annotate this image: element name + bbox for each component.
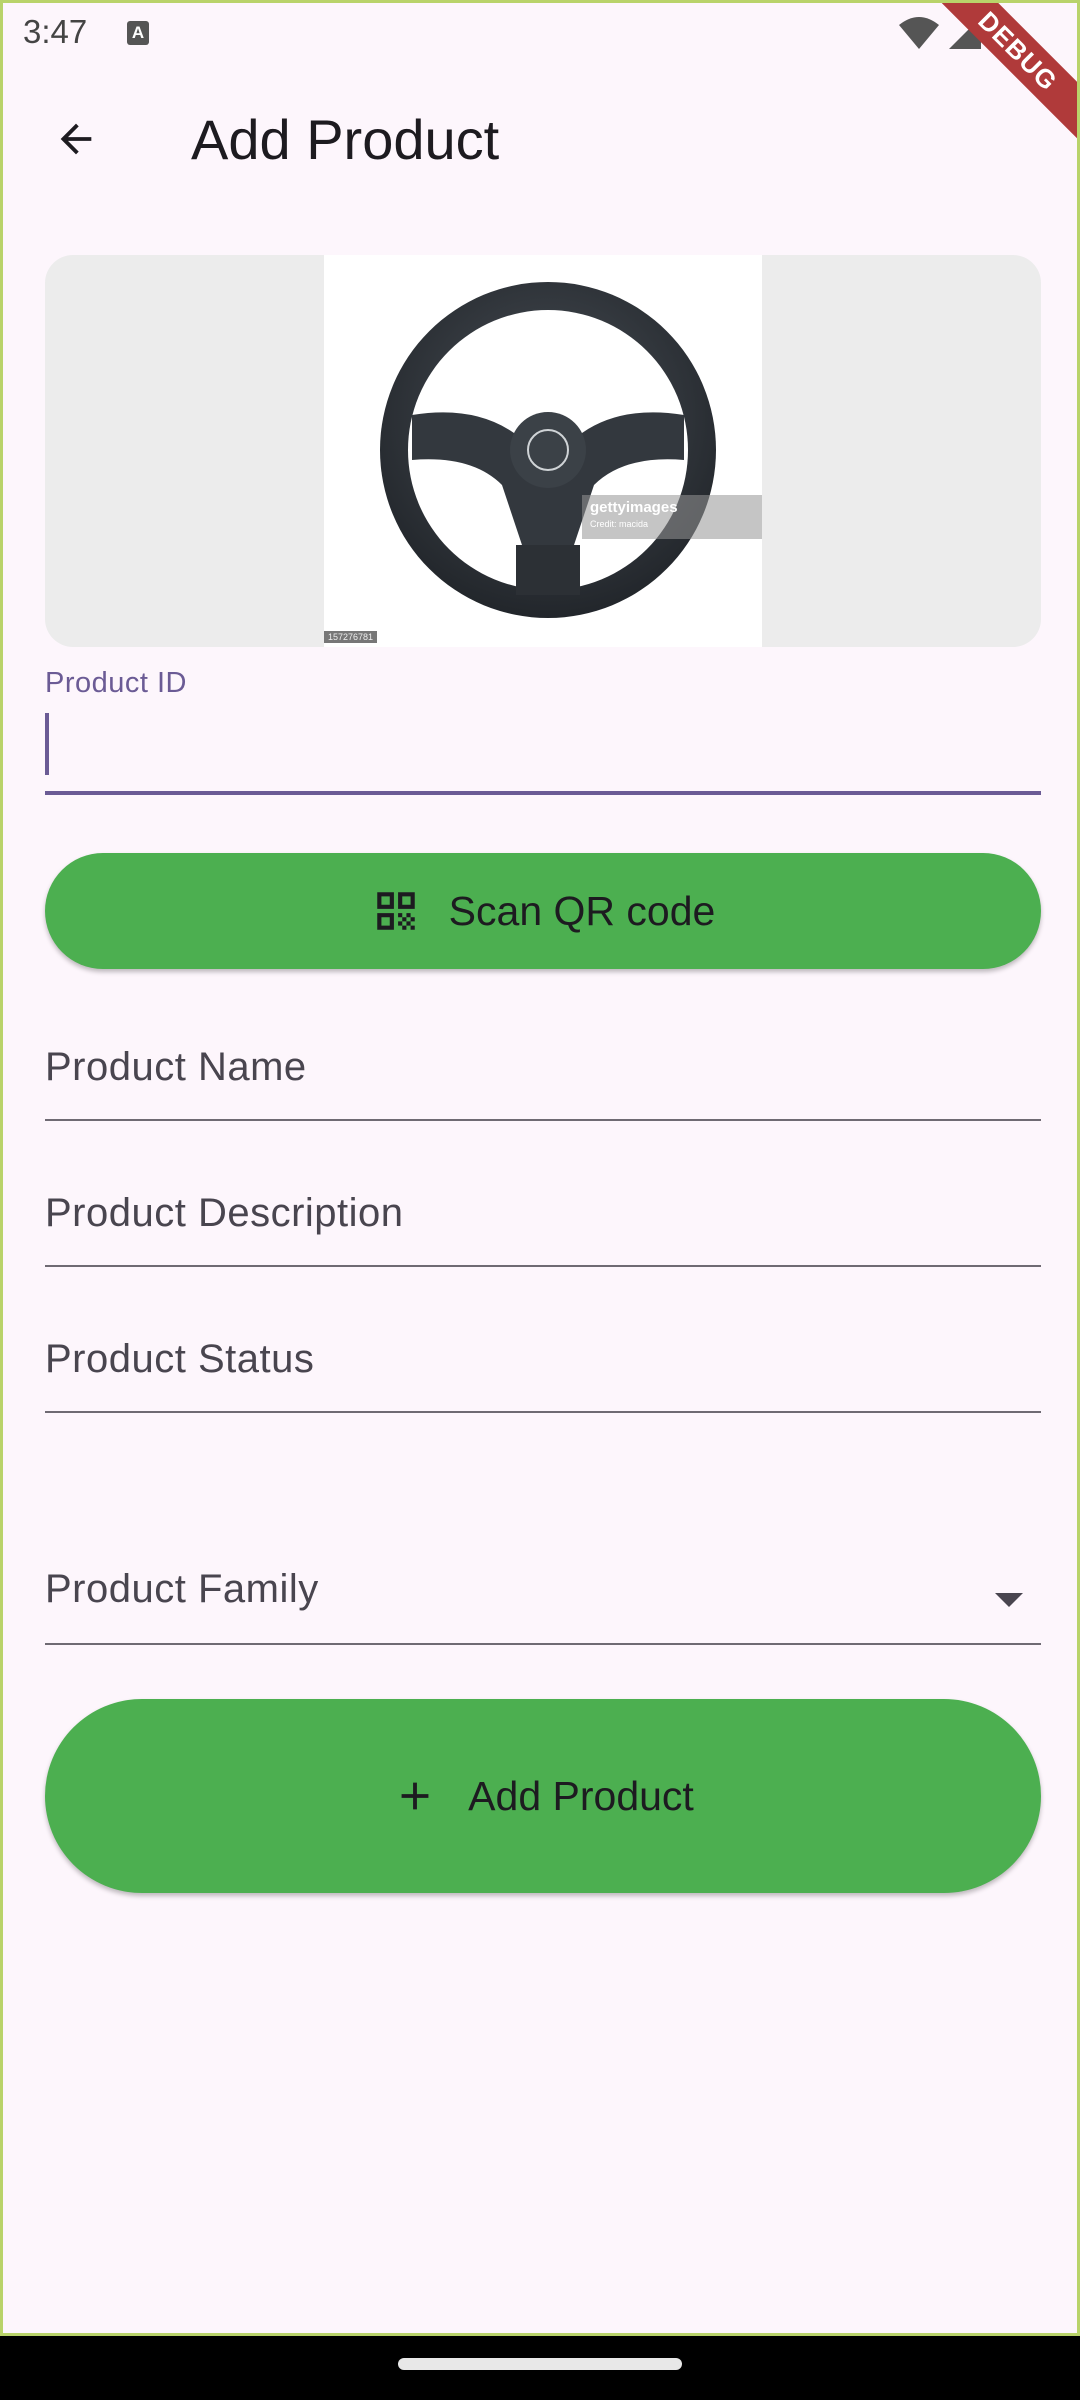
status-bar: 3:47 A DEBUG (3, 3, 1077, 154)
product-id-field[interactable] (45, 703, 1041, 795)
product-image: gettyimages Credit: macida 157276781 (324, 255, 762, 647)
product-name-label: Product Name (45, 1045, 307, 1089)
plus-icon (401, 1782, 429, 1810)
wifi-alert-icon (899, 17, 939, 49)
notification-badge-icon: A (127, 21, 149, 45)
app-bar: Add Product (3, 73, 1077, 203)
back-button[interactable] (33, 103, 119, 175)
watermark-logo: gettyimages (590, 499, 678, 516)
product-status-field[interactable]: Product Status (45, 1317, 1041, 1413)
dropdown-arrow-icon (995, 1593, 1023, 1607)
system-nav-bar (0, 2336, 1080, 2400)
watermark: gettyimages Credit: macida (582, 495, 762, 539)
text-caret (45, 713, 49, 775)
image-id-badge: 157276781 (324, 631, 378, 643)
product-status-label: Product Status (45, 1337, 315, 1381)
product-id-label: Product ID (45, 667, 187, 699)
watermark-credit: Credit: macida (590, 519, 649, 529)
product-family-dropdown[interactable]: Product Family (45, 1547, 1041, 1645)
steering-wheel-image (380, 282, 716, 618)
home-indicator[interactable] (398, 2358, 682, 2370)
page-title: Add Product (191, 108, 500, 171)
product-family-label: Product Family (45, 1567, 319, 1611)
status-time: 3:47 (23, 13, 88, 50)
product-image-card[interactable]: gettyimages Credit: macida 157276781 (45, 255, 1041, 647)
product-description-field[interactable]: Product Description (45, 1171, 1041, 1267)
app-screen: 3:47 A DEBUG Add Product gettyimages Cre… (0, 0, 1080, 2336)
qr-code-icon (376, 892, 415, 930)
scan-qr-label: Scan QR code (448, 887, 716, 934)
product-description-label: Product Description (45, 1191, 404, 1235)
scan-qr-button[interactable]: Scan QR code (45, 853, 1041, 969)
add-product-label: Add Product (468, 1772, 694, 1819)
add-product-button[interactable]: Add Product (45, 1699, 1041, 1893)
arrow-left-icon (60, 123, 92, 155)
product-name-field[interactable]: Product Name (45, 1025, 1041, 1121)
